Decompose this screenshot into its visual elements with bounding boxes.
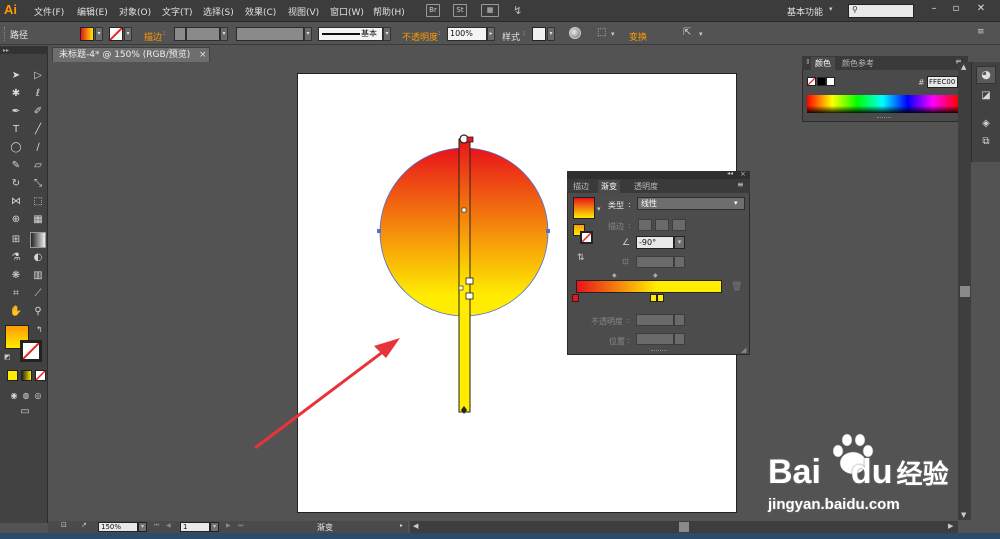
first-artboard-icon[interactable]: ⏮: [154, 522, 159, 530]
color-spectrum[interactable]: [807, 95, 958, 113]
vertical-scroll-thumb[interactable]: [960, 286, 970, 297]
gradient-type-select[interactable]: 线性 ▾: [637, 197, 745, 210]
current-tool-label: 渐变: [317, 523, 333, 532]
watermark-brand: Bai du 经验: [768, 453, 948, 492]
none-swatch[interactable]: [807, 77, 816, 86]
angle-dropdown[interactable]: ▾: [674, 236, 685, 249]
white-swatch[interactable]: [826, 77, 835, 86]
gradient-stop-yellow[interactable]: [650, 294, 657, 302]
reverse-gradient-icon[interactable]: ⇅: [577, 253, 585, 263]
midpoint-diamond[interactable]: ◆: [653, 272, 658, 279]
colon-label: :: [628, 221, 631, 230]
gradient-thumbnail[interactable]: [573, 197, 595, 219]
tab-stroke[interactable]: 描边: [569, 180, 593, 194]
delete-stop-icon[interactable]: 🗑: [731, 282, 742, 292]
pathfinder-icon[interactable]: ⧉: [978, 134, 994, 150]
stroke-label: 描边: [608, 222, 624, 231]
hex-input[interactable]: FFEC00: [927, 76, 958, 88]
status-menu-icon[interactable]: ▸: [400, 522, 403, 529]
aspect-ratio-dropdown: [674, 256, 685, 268]
artboard-dropdown[interactable]: ▾: [210, 522, 219, 532]
prev-artboard-icon[interactable]: ◀: [166, 522, 171, 529]
colon-label: :: [628, 200, 631, 209]
image-trace-icon[interactable]: ◪: [978, 88, 994, 104]
tab-color-guide[interactable]: 颜色参考: [838, 57, 878, 71]
stroke-across-icon: [672, 219, 686, 231]
anchor-point[interactable]: [546, 229, 550, 233]
hex-prefix: #: [918, 78, 925, 87]
collapse-icon[interactable]: ◂◂: [727, 170, 733, 177]
gradient-stop-handle[interactable]: [466, 136, 474, 143]
watermark-url: jingyan.baidu.com: [768, 496, 900, 513]
chevron-down-icon[interactable]: ▾: [597, 205, 601, 213]
scroll-left-icon[interactable]: ◀: [413, 522, 418, 530]
gradient-stop-yellow[interactable]: [657, 294, 664, 302]
zoom-select[interactable]: 150%: [98, 522, 138, 532]
watermark-brand-right: du: [850, 453, 893, 491]
location-input: [636, 333, 674, 345]
location-label: 位置: [609, 337, 625, 346]
gradient-annotator-bar[interactable]: [458, 138, 471, 413]
close-panel-icon[interactable]: ×: [740, 170, 746, 178]
gradient-type-value: 线性: [641, 199, 657, 208]
anchor-point[interactable]: [377, 229, 381, 233]
tab-transparency[interactable]: 透明度: [630, 180, 662, 194]
gradient-stop-handle[interactable]: [465, 292, 474, 300]
angle-input[interactable]: -90°: [636, 236, 674, 249]
color-panel-icon[interactable]: ◕: [976, 66, 996, 84]
watermark-brand-cn: 经验: [896, 459, 949, 489]
scroll-down-icon[interactable]: ▼: [961, 511, 966, 519]
scroll-right-icon[interactable]: ▶: [948, 522, 953, 530]
layers-icon[interactable]: ◈: [978, 116, 994, 132]
aspect-ratio-input: [636, 256, 674, 268]
annotation-arrow: [254, 346, 389, 450]
colon-label: :: [627, 316, 630, 325]
midpoint-handle[interactable]: [461, 207, 467, 213]
angle-icon: ∠: [622, 238, 631, 248]
stroke-along-icon: [655, 219, 669, 231]
next-artboard-icon[interactable]: ▶: [226, 522, 231, 529]
artboard-number-input[interactable]: 1: [180, 522, 210, 532]
black-swatch[interactable]: [817, 77, 826, 86]
location-dropdown: [674, 333, 685, 345]
midpoint-diamond[interactable]: ◆: [612, 272, 617, 279]
stroke-within-icon: [638, 219, 652, 231]
colon-label: :: [627, 336, 630, 345]
gradient-stop-red[interactable]: [572, 294, 579, 302]
resize-corner-icon[interactable]: ◢: [741, 346, 746, 354]
artboard-nav-icon[interactable]: ⊡: [61, 521, 67, 529]
options-toggle-icon[interactable]: ⇕: [805, 58, 811, 66]
os-taskbar: [0, 533, 1000, 539]
scroll-up-icon[interactable]: ▲: [961, 63, 966, 71]
opacity-dropdown: [674, 314, 685, 326]
horizontal-scroll-thumb[interactable]: [679, 522, 689, 532]
tab-gradient[interactable]: 渐变: [598, 180, 620, 194]
opacity-input: [636, 314, 674, 326]
panel-menu-icon[interactable]: ≡: [737, 180, 744, 189]
aspect-ratio-icon: ⊡: [622, 257, 629, 266]
gradient-stop-handle[interactable]: [465, 277, 474, 285]
watermark-brand-left: Bai: [768, 453, 821, 491]
opacity-label: 不透明度: [591, 317, 623, 326]
gradient-slider[interactable]: [576, 280, 722, 293]
gradient-panel-header: [567, 171, 750, 179]
last-artboard-icon[interactable]: ⏭: [238, 522, 243, 530]
panel-resize-grip[interactable]: [651, 350, 667, 352]
chevron-down-icon: ▾: [734, 199, 738, 207]
type-label: 类型: [608, 201, 624, 210]
tab-color[interactable]: 颜色: [811, 57, 835, 71]
midpoint-handle[interactable]: [458, 285, 464, 291]
panel-resize-grip[interactable]: [877, 117, 891, 119]
zoom-dropdown[interactable]: ▾: [138, 522, 147, 532]
share-icon[interactable]: ↗: [81, 521, 87, 529]
stroke-active-swatch[interactable]: [580, 231, 593, 244]
